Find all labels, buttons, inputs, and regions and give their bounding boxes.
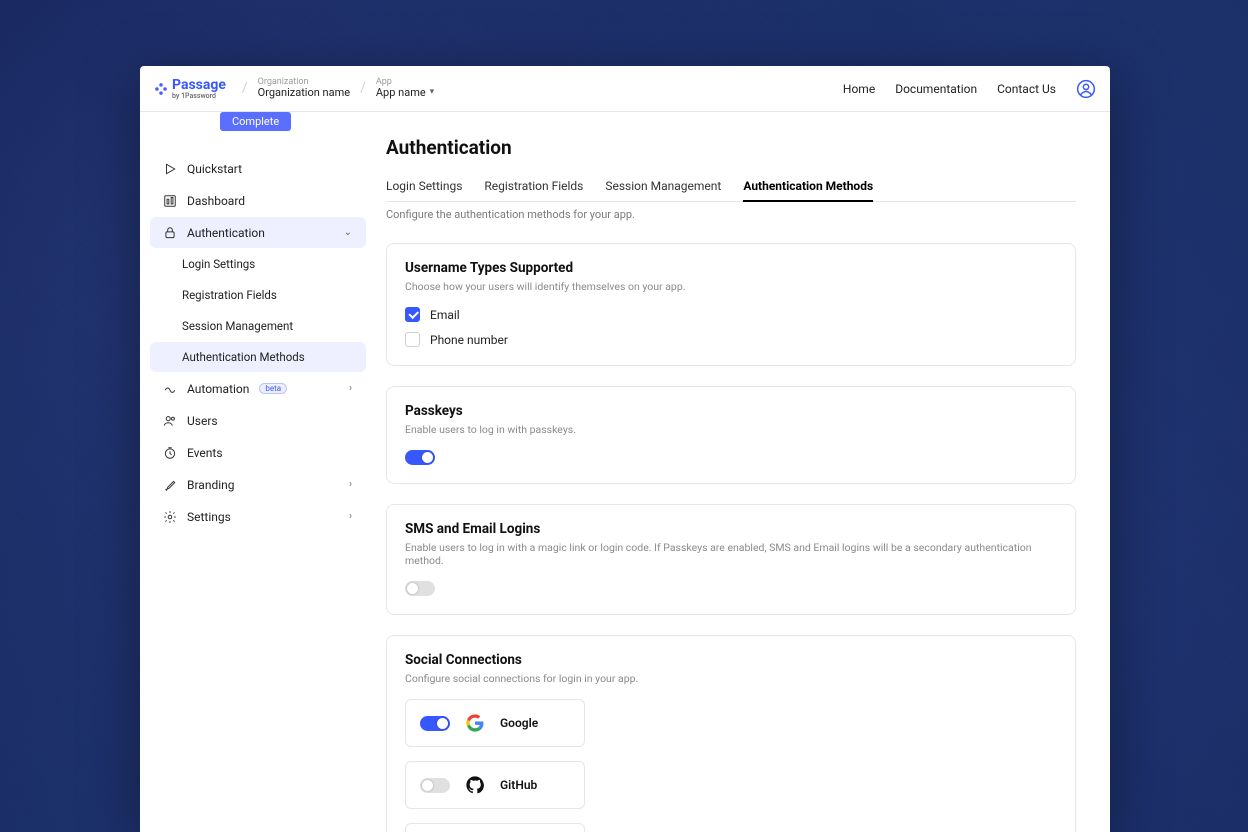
sidebar-label: Events (187, 446, 223, 460)
breadcrumb-sep: / (242, 80, 248, 96)
sidebar-item-events[interactable]: Events (150, 437, 366, 468)
tab-authentication-methods[interactable]: Authentication Methods (743, 179, 873, 202)
sidebar-label: Session Management (182, 319, 293, 333)
toggle-github[interactable] (420, 778, 450, 793)
sidebar-item-users[interactable]: Users (150, 405, 366, 436)
sidebar-item-dashboard[interactable]: Dashboard (150, 185, 366, 216)
toggle-passkeys[interactable] (405, 450, 435, 465)
sidebar-item-authentication-methods[interactable]: Authentication Methods (150, 342, 366, 372)
card-username-types: Username Types Supported Choose how your… (386, 243, 1076, 366)
checkbox-label: Phone number (430, 333, 508, 347)
card-title: Username Types Supported (405, 260, 1057, 276)
social-row-apple[interactable]: Apple (405, 823, 585, 832)
automation-icon (162, 381, 177, 396)
brand-logo[interactable]: Passage by 1Password (154, 77, 226, 100)
card-title: SMS and Email Logins (405, 521, 1057, 537)
chevron-down-icon: ⌄ (344, 227, 352, 238)
card-title: Passkeys (405, 403, 1057, 419)
sidebar-label: Dashboard (187, 194, 245, 208)
passage-logo-icon (154, 82, 168, 96)
tab-session-management[interactable]: Session Management (605, 179, 721, 201)
breadcrumb-organization[interactable]: Organization Organization name (258, 78, 350, 100)
sidebar-label: Settings (187, 510, 231, 524)
sidebar-item-registration-fields[interactable]: Registration Fields (150, 280, 366, 310)
tabs: Login Settings Registration Fields Sessi… (386, 179, 1076, 202)
clock-icon (162, 445, 177, 460)
card-social-connections: Social Connections Configure social conn… (386, 635, 1076, 832)
brand-byline: by 1Password (172, 92, 226, 100)
chevron-down-icon[interactable]: ▾ (430, 88, 435, 98)
checkbox-row-phone[interactable]: Phone number (405, 332, 1057, 347)
social-label: Google (500, 716, 538, 730)
card-passkeys: Passkeys Enable users to log in with pas… (386, 386, 1076, 484)
sidebar-auth-submenu: Login Settings Registration Fields Sessi… (140, 249, 376, 372)
chevron-right-icon: › (349, 511, 352, 522)
nav-home[interactable]: Home (843, 82, 875, 96)
sidebar-item-branding[interactable]: Branding › (150, 469, 366, 500)
tab-registration-fields[interactable]: Registration Fields (484, 179, 583, 201)
topbar: Passage by 1Password / Organization Orga… (140, 66, 1110, 112)
card-description: Enable users to log in with passkeys. (405, 423, 1057, 436)
sidebar-label: Authentication (187, 226, 265, 240)
card-description: Configure social connections for login i… (405, 672, 1057, 685)
breadcrumb: / Organization Organization name / App A… (242, 78, 434, 100)
sidebar-label: Registration Fields (182, 288, 277, 302)
card-description: Choose how your users will identify them… (405, 280, 1057, 293)
chevron-right-icon: › (349, 383, 352, 394)
brush-icon (162, 477, 177, 492)
toggle-google[interactable] (420, 716, 450, 731)
sidebar-item-authentication[interactable]: Authentication ⌄ (150, 217, 366, 248)
sidebar-item-login-settings[interactable]: Login Settings (150, 249, 366, 279)
checkbox-phone[interactable] (405, 332, 420, 347)
tab-login-settings[interactable]: Login Settings (386, 179, 462, 201)
card-sms-email: SMS and Email Logins Enable users to log… (386, 504, 1076, 615)
nav-documentation[interactable]: Documentation (895, 82, 977, 96)
page-title: Authentication (386, 136, 1076, 159)
sidebar-label: Quickstart (187, 162, 242, 176)
checkbox-email[interactable] (405, 307, 420, 322)
account-icon[interactable] (1076, 79, 1096, 99)
sidebar-item-quickstart[interactable]: Quickstart (150, 153, 366, 184)
app-window: Passage by 1Password / Organization Orga… (140, 66, 1110, 832)
card-title: Social Connections (405, 652, 1057, 668)
chevron-right-icon: › (349, 479, 352, 490)
social-row-github[interactable]: GitHub (405, 761, 585, 809)
beta-badge: beta (259, 383, 287, 394)
sidebar: Quickstart Dashboard Authentication ⌄ Lo… (140, 112, 376, 832)
social-row-google[interactable]: Google (405, 699, 585, 747)
gear-icon (162, 509, 177, 524)
topbar-right: Home Documentation Contact Us (843, 79, 1096, 99)
breadcrumb-app[interactable]: App App name ▾ (376, 78, 434, 100)
app-name: App name (376, 87, 426, 99)
card-description: Enable users to log in with a magic link… (405, 541, 1057, 567)
brand-name: Passage (172, 77, 226, 93)
github-icon (466, 776, 484, 794)
sidebar-label: Automation (187, 382, 249, 396)
sidebar-label: Branding (187, 478, 235, 492)
social-label: GitHub (500, 778, 537, 792)
google-icon (466, 714, 484, 732)
dashboard-icon (162, 193, 177, 208)
checkbox-label: Email (430, 308, 460, 322)
checkbox-row-email[interactable]: Email (405, 307, 1057, 322)
sidebar-label: Login Settings (182, 257, 255, 271)
sidebar-label: Authentication Methods (182, 350, 305, 364)
breadcrumb-sep: / (360, 80, 366, 96)
sidebar-item-automation[interactable]: Automation beta › (150, 373, 366, 404)
play-icon (162, 161, 177, 176)
org-name: Organization name (258, 87, 350, 99)
sidebar-label: Users (187, 414, 218, 428)
main-content: Authentication Login Settings Registrati… (376, 112, 1110, 832)
users-icon (162, 413, 177, 428)
sidebar-item-settings[interactable]: Settings › (150, 501, 366, 532)
sidebar-item-session-management[interactable]: Session Management (150, 311, 366, 341)
toggle-sms-email[interactable] (405, 581, 435, 596)
lock-icon (162, 225, 177, 240)
nav-contact[interactable]: Contact Us (997, 82, 1056, 96)
tab-description: Configure the authentication methods for… (386, 208, 1076, 221)
status-badge: Complete (220, 112, 291, 131)
